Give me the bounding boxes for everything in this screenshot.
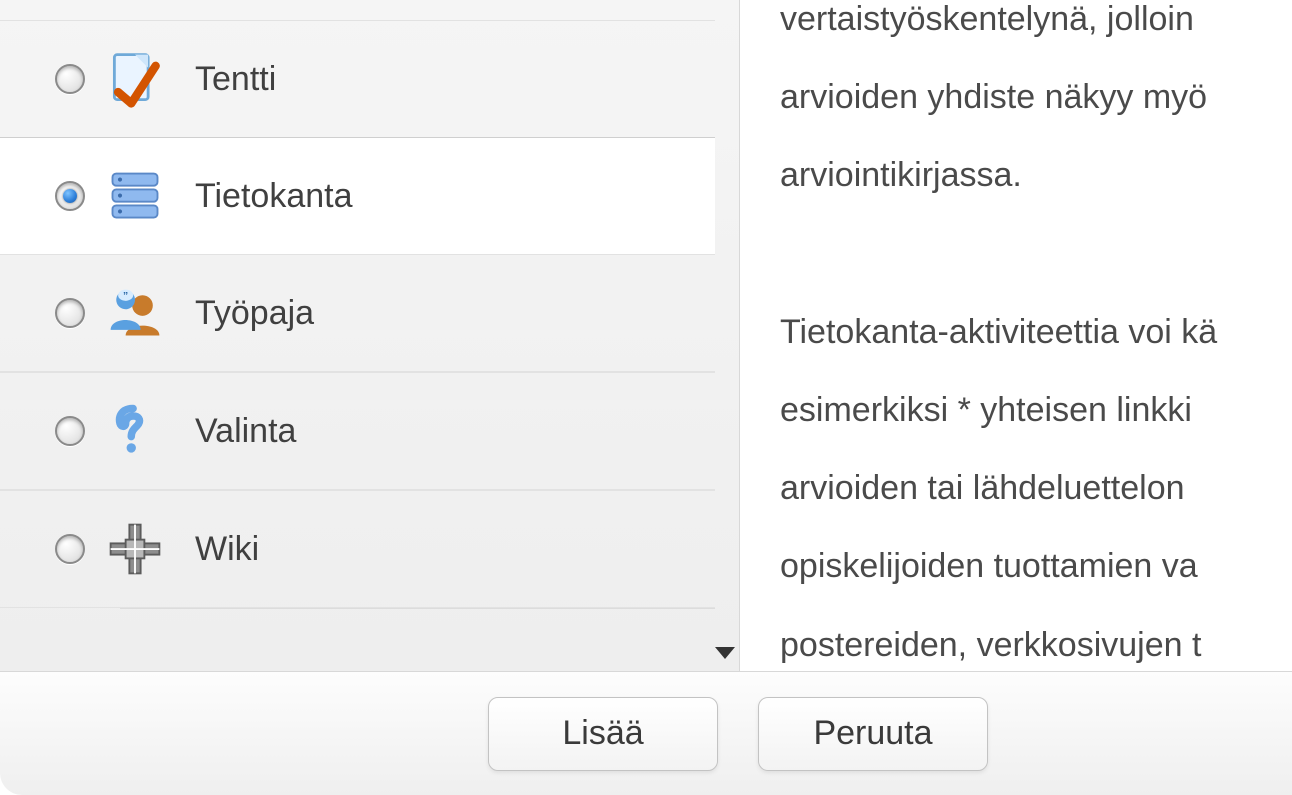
add-button[interactable]: Lisää — [488, 697, 718, 771]
activity-chooser-dialog: Tentti Tietokanta — [0, 0, 1292, 795]
list-divider — [120, 608, 715, 609]
radio-tietokanta[interactable] — [55, 181, 85, 211]
activity-label-tentti: Tentti — [195, 60, 276, 99]
activity-item-tietokanta[interactable]: Tietokanta — [0, 137, 715, 255]
radio-tentti[interactable] — [55, 64, 85, 94]
svg-text:”: ” — [123, 291, 128, 302]
activity-item-partial-top[interactable] — [0, 0, 715, 21]
activity-label-tyopaja: Työpaja — [195, 294, 314, 333]
activity-label-tietokanta: Tietokanta — [195, 177, 353, 216]
dialog-button-bar: Lisää Peruuta — [0, 671, 1292, 795]
workshop-icon: ” — [95, 283, 175, 343]
database-icon — [95, 166, 175, 226]
dialog-content: Tentti Tietokanta — [0, 0, 1292, 671]
activity-label-valinta: Valinta — [195, 412, 296, 451]
radio-valinta[interactable] — [55, 416, 85, 446]
cancel-button[interactable]: Peruuta — [758, 697, 988, 771]
activity-item-tyopaja[interactable]: ” Työpaja — [0, 254, 715, 372]
activity-description: vertaistyöskentelynä, jolloin arvioiden … — [780, 0, 1292, 671]
activity-item-valinta[interactable]: Valinta — [0, 372, 715, 490]
scroll-down-icon[interactable] — [715, 647, 735, 659]
activity-list: Tentti Tietokanta — [0, 0, 715, 609]
quiz-icon — [95, 49, 175, 109]
activity-label-wiki: Wiki — [195, 530, 259, 569]
activity-item-tentti[interactable]: Tentti — [0, 20, 715, 138]
activity-item-wiki[interactable]: Wiki — [0, 490, 715, 608]
wiki-icon — [95, 519, 175, 579]
radio-wiki[interactable] — [55, 534, 85, 564]
activity-list-panel: Tentti Tietokanta — [0, 0, 740, 671]
description-panel: vertaistyöskentelynä, jolloin arvioiden … — [740, 0, 1292, 671]
radio-tyopaja[interactable] — [55, 298, 85, 328]
choice-icon — [95, 401, 175, 461]
